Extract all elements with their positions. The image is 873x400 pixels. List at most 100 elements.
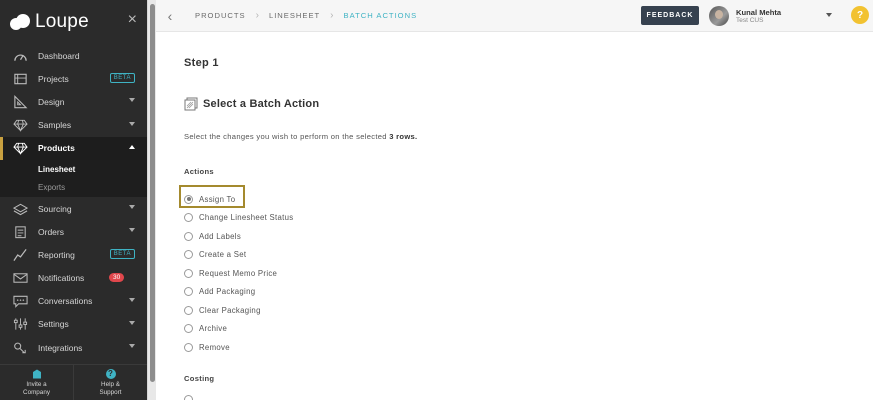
actions-heading: Actions	[184, 167, 214, 176]
sidebar-item-orders[interactable]: Orders	[0, 220, 147, 243]
sidebar-item-label: Sourcing	[38, 203, 72, 214]
sidebar-item-design[interactable]: Design	[0, 90, 147, 113]
sidebar-item-label: Conversations	[38, 296, 93, 307]
help-circle-icon: ?	[105, 368, 116, 379]
avatar	[709, 6, 729, 26]
sidebar-item-settings[interactable]: Settings	[0, 313, 147, 336]
invite-company-button[interactable]: Invite a Company	[0, 365, 73, 400]
chat-icon	[12, 294, 28, 309]
breadcrumb-separator-icon: ›	[255, 10, 259, 21]
action-option-create-a-set[interactable]: Create a Set	[184, 246, 293, 265]
breadcrumb-batch-actions: BATCH ACTIONS	[343, 11, 418, 20]
sidebar-item-label: Projects	[38, 73, 69, 84]
radio-button[interactable]	[184, 268, 193, 278]
action-option-change-linesheet-status[interactable]: Change Linesheet Status	[184, 209, 293, 228]
logo[interactable]: Loupe ×	[0, 0, 147, 44]
description-text: Select the changes you wish to perform o…	[184, 132, 387, 141]
section-header: Select a Batch Action	[184, 97, 319, 111]
radio-button[interactable]	[184, 324, 193, 334]
invite-label-line2: Company	[23, 388, 50, 396]
notification-count-badge: 30	[109, 272, 125, 282]
radio-button[interactable]	[184, 213, 193, 223]
loupe-logo-icon	[10, 14, 32, 30]
chevron-down-icon[interactable]	[129, 320, 135, 325]
chevron-up-icon[interactable]	[129, 144, 135, 149]
reporting-icon	[12, 248, 28, 262]
sidebar-item-samples[interactable]: Samples	[0, 114, 147, 137]
projects-icon	[12, 72, 28, 86]
user-org: Test CUS	[736, 16, 764, 24]
option-label: Add Packaging	[199, 287, 256, 297]
sidebar-subitem-linesheet[interactable]: Linesheet	[0, 160, 147, 179]
sidebar-nav: Dashboard Projects BETA Design Samples P…	[0, 44, 147, 161]
close-sidebar-icon[interactable]: ×	[128, 12, 137, 28]
breadcrumb-products[interactable]: PRODUCTS	[195, 11, 246, 20]
user-name: Kunal Mehta	[736, 7, 782, 17]
chevron-down-icon[interactable]	[129, 344, 135, 349]
help-label-line2: Support	[99, 388, 122, 396]
radio-button[interactable]	[184, 342, 193, 352]
envelope-icon	[12, 271, 28, 285]
chevron-down-icon[interactable]	[129, 121, 135, 126]
integrations-icon	[12, 341, 28, 355]
selected-rows-count: 3 rows.	[389, 132, 418, 141]
diamond-icon	[12, 141, 28, 156]
user-menu[interactable]: Kunal Mehta Test CUS	[709, 0, 832, 32]
action-option-archive[interactable]: Archive	[184, 320, 293, 339]
sidebar-item-label: Orders	[38, 226, 64, 237]
diamond-icon	[12, 118, 28, 132]
sidebar-subitem-exports[interactable]: Exports	[0, 178, 147, 197]
sidebar-item-sourcing[interactable]: Sourcing	[0, 197, 147, 220]
chevron-down-icon[interactable]	[129, 228, 135, 233]
chevron-down-icon[interactable]	[129, 98, 135, 103]
sidebar-item-label: Notifications	[38, 273, 85, 284]
sidebar-item-dashboard[interactable]: Dashboard	[0, 44, 147, 67]
orders-icon	[12, 225, 28, 239]
sidebar-item-reporting[interactable]: Reporting BETA	[0, 243, 147, 266]
option-label: Archive	[199, 324, 228, 334]
sidebar-scrollbar[interactable]	[147, 0, 156, 400]
radio-button[interactable]	[184, 250, 193, 260]
radio-button[interactable]	[184, 194, 193, 204]
scrollbar-thumb[interactable]	[150, 4, 155, 382]
option-label: Create a Set	[199, 250, 247, 260]
radio-button[interactable]	[184, 287, 193, 297]
action-option-add-labels[interactable]: Add Labels	[184, 227, 293, 246]
action-option-clear-packaging[interactable]: Clear Packaging	[184, 301, 293, 320]
action-option-add-packaging[interactable]: Add Packaging	[184, 283, 293, 302]
sidebar-item-label: Dashboard	[38, 50, 80, 61]
invite-label-line1: Invite a	[26, 380, 47, 388]
sidebar-item-label: Products	[38, 143, 75, 154]
invite-building-icon	[32, 369, 41, 378]
sidebar-item-projects[interactable]: Projects BETA	[0, 67, 147, 90]
actions-radio-group: Assign To Change Linesheet Status Add La…	[184, 190, 293, 357]
sidebar-item-products[interactable]: Products	[0, 136, 147, 161]
sidebar-item-conversations[interactable]: Conversations	[0, 290, 147, 313]
sidebar-item-label: Integrations	[38, 342, 83, 353]
radio-button[interactable]	[184, 231, 193, 241]
step-title: Step 1	[184, 57, 219, 69]
breadcrumb-linesheet[interactable]: LINESHEET	[269, 11, 320, 20]
sidebar-item-integrations[interactable]: Integrations	[0, 336, 147, 359]
option-label: Remove	[199, 342, 230, 352]
beta-badge: BETA	[109, 73, 135, 84]
dashboard-icon	[12, 49, 28, 63]
back-button[interactable]: ‹	[156, 0, 184, 32]
action-option-remove[interactable]: Remove	[184, 338, 293, 357]
app-name: Loupe	[35, 11, 89, 32]
sourcing-icon	[12, 202, 28, 216]
chevron-down-icon[interactable]	[129, 204, 135, 209]
radio-button[interactable]	[184, 305, 193, 315]
caret-down-icon[interactable]	[826, 13, 832, 17]
breadcrumb: PRODUCTS › LINESHEET › BATCH ACTIONS	[195, 10, 417, 21]
feedback-button[interactable]: FEEDBACK	[641, 6, 699, 25]
action-option-request-memo-price[interactable]: Request Memo Price	[184, 264, 293, 283]
topbar: ‹ PRODUCTS › LINESHEET › BATCH ACTIONS F…	[156, 0, 873, 32]
chevron-down-icon[interactable]	[129, 297, 135, 302]
sidebar-item-notifications[interactable]: Notifications 30	[0, 267, 147, 290]
help-button[interactable]: ?	[851, 6, 869, 24]
help-support-button[interactable]: ? Help & Support	[73, 365, 147, 400]
radio-button[interactable]	[184, 395, 193, 400]
action-option-assign-to[interactable]: Assign To	[184, 190, 293, 209]
sidebar-footer: Invite a Company ? Help & Support	[0, 364, 147, 400]
